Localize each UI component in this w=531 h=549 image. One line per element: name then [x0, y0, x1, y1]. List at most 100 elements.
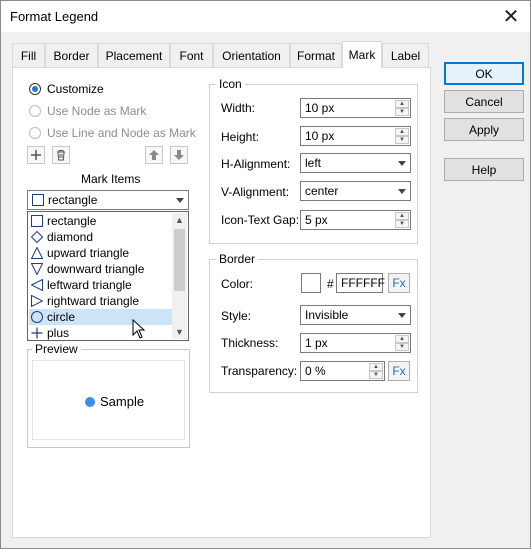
spin-up-icon[interactable]: ▲ [369, 363, 383, 371]
tab-mark[interactable]: Mark [342, 41, 382, 68]
color-hex-input[interactable]: FFFFFF [336, 273, 385, 293]
tab-orientation[interactable]: Orientation [213, 43, 290, 67]
list-item[interactable]: leftward triangle [29, 277, 173, 293]
border-group-title: Border [216, 252, 259, 266]
line-and-node-option[interactable]: Use Line and Node as Mark [29, 126, 196, 140]
chevron-down-icon[interactable] [398, 313, 406, 318]
dialog-title: Format Legend [10, 9, 99, 24]
tab-font[interactable]: Font [170, 43, 213, 67]
spin-down-icon[interactable]: ▼ [395, 108, 409, 116]
node-as-mark-label: Use Node as Mark [47, 104, 147, 118]
list-item[interactable]: rightward triangle [29, 293, 173, 309]
leftward-triangle-icon [31, 279, 43, 291]
circle-icon [31, 311, 43, 323]
mark-items-combo[interactable]: rectangle [27, 190, 189, 210]
rectangle-icon [32, 194, 44, 206]
color-hex-value: FFFFFF [341, 276, 385, 290]
rightward-triangle-icon [31, 295, 43, 307]
spin-down-icon[interactable]: ▼ [369, 371, 383, 379]
cancel-button[interactable]: Cancel [444, 90, 524, 113]
title-bar: Format Legend ✕ [1, 1, 530, 32]
color-swatch[interactable] [301, 273, 321, 293]
radio-icon[interactable] [29, 127, 41, 139]
tab-placement[interactable]: Placement [98, 43, 170, 67]
radio-icon[interactable] [29, 105, 41, 117]
line-and-node-label: Use Line and Node as Mark [47, 126, 196, 140]
spin-up-icon[interactable]: ▲ [395, 335, 409, 343]
icon-text-gap-label: Icon-Text Gap: [221, 213, 300, 227]
tab-fill[interactable]: Fill [12, 43, 45, 67]
list-item-label: rightward triangle [47, 294, 140, 308]
tab-label[interactable]: Label [382, 43, 429, 67]
spin-down-icon[interactable]: ▼ [395, 220, 409, 228]
transparency-value: 0 % [305, 364, 326, 378]
delete-item-button[interactable] [52, 146, 70, 164]
width-spinner[interactable]: 10 px ▲ ▼ [300, 98, 411, 118]
list-item[interactable]: downward triangle [29, 261, 173, 277]
spin-up-icon[interactable]: ▲ [395, 212, 409, 220]
width-value: 10 px [305, 101, 335, 115]
thickness-spinner[interactable]: 1 px ▲ ▼ [300, 333, 411, 353]
preview-title: Preview [32, 342, 81, 356]
valign-combo[interactable]: center [300, 181, 411, 201]
list-item-label: plus [47, 326, 70, 340]
spin-down-icon[interactable]: ▼ [395, 136, 409, 144]
format-legend-dialog: Format Legend ✕ Fill Border Placement Fo… [0, 0, 531, 549]
scroll-up-icon[interactable]: ▲ [172, 213, 187, 227]
radio-selected-icon[interactable] [29, 83, 41, 95]
list-scrollbar[interactable]: ▲ ▼ [172, 213, 187, 339]
height-label: Height: [221, 130, 260, 144]
node-as-mark-option[interactable]: Use Node as Mark [29, 104, 146, 118]
icon-text-gap-spinner[interactable]: 5 px ▲ ▼ [300, 210, 411, 230]
plus-shape-icon [31, 327, 43, 339]
list-item[interactable]: diamond [29, 229, 173, 245]
apply-button[interactable]: Apply [444, 118, 524, 141]
arrow-down-icon [174, 150, 184, 160]
move-up-button[interactable] [145, 146, 163, 164]
thickness-value: 1 px [305, 336, 328, 350]
halign-label: H-Alignment: [221, 157, 291, 171]
plus-icon [31, 150, 41, 160]
help-button[interactable]: Help [444, 158, 524, 181]
halign-value: left [305, 156, 322, 170]
mark-items-dropdown[interactable]: rectangle diamond upward triangle downwa… [27, 211, 189, 341]
add-item-button[interactable] [27, 146, 45, 164]
arrow-up-icon [149, 150, 159, 160]
spin-up-icon[interactable]: ▲ [395, 100, 409, 108]
list-item-label: circle [47, 310, 76, 324]
valign-value: center [305, 184, 339, 198]
scroll-thumb[interactable] [174, 229, 185, 291]
list-item-label: rectangle [47, 214, 97, 228]
transparency-fx-button[interactable]: Fx [388, 361, 410, 381]
icon-text-gap-value: 5 px [305, 213, 328, 227]
height-spinner[interactable]: 10 px ▲ ▼ [300, 126, 411, 146]
close-icon[interactable]: ✕ [498, 4, 524, 28]
sample-legend-item: Sample [85, 394, 144, 409]
chevron-down-icon[interactable] [176, 198, 184, 203]
list-item[interactable]: circle [29, 309, 173, 325]
list-item-label: diamond [47, 230, 94, 244]
valign-label: V-Alignment: [221, 185, 290, 199]
spin-down-icon[interactable]: ▼ [395, 343, 409, 351]
halign-combo[interactable]: left [300, 153, 411, 173]
color-fx-button[interactable]: Fx [388, 273, 410, 293]
spin-up-icon[interactable]: ▲ [395, 128, 409, 136]
tab-format[interactable]: Format [290, 43, 342, 67]
move-down-button[interactable] [170, 146, 188, 164]
preview-group: Preview Sample [27, 342, 190, 448]
customize-option[interactable]: Customize [29, 82, 104, 96]
list-item[interactable]: upward triangle [29, 245, 173, 261]
list-item[interactable]: plus [29, 325, 173, 340]
tab-border[interactable]: Border [45, 43, 98, 67]
style-combo[interactable]: Invisible [300, 305, 411, 325]
ok-button[interactable]: OK [444, 62, 524, 85]
list-item[interactable]: rectangle [29, 213, 173, 229]
customize-label: Customize [47, 82, 104, 96]
hash-label: # [327, 277, 334, 291]
chevron-down-icon[interactable] [398, 189, 406, 194]
chevron-down-icon[interactable] [398, 161, 406, 166]
scroll-down-icon[interactable]: ▼ [172, 325, 187, 339]
height-value: 10 px [305, 129, 335, 143]
transparency-spinner[interactable]: 0 % ▲ ▼ [300, 361, 385, 381]
color-label: Color: [221, 277, 254, 291]
